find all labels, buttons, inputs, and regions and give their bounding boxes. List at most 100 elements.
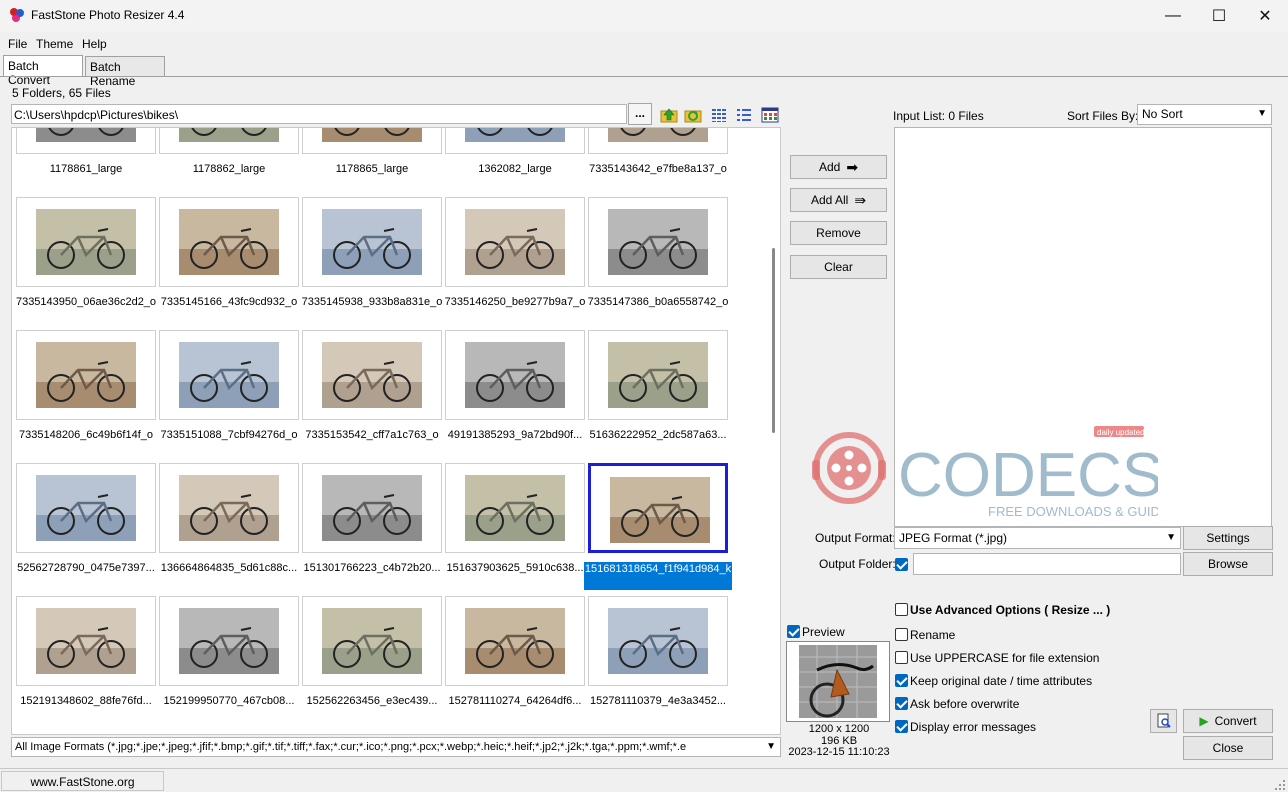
bike-photo [179, 209, 279, 275]
thumbnail-label: 7335148206_6c49b6f14f_o [19, 429, 153, 441]
bike-photo [465, 128, 565, 142]
output-folder-input[interactable] [913, 553, 1181, 575]
bike-photo [179, 128, 279, 142]
tab-batch-rename[interactable]: Batch Rename [85, 56, 165, 88]
add-button[interactable]: Add ➡ [790, 155, 887, 179]
menu-help[interactable]: Help [82, 37, 107, 51]
thumbnail-label: 7335151088_7cbf94276d_o [160, 429, 298, 441]
bike-photo [610, 477, 710, 543]
thumbnail-label: 152781110274_64264df6... [448, 695, 582, 707]
remove-button[interactable]: Remove [790, 221, 887, 245]
preview-label[interactable]: Preview [802, 625, 845, 639]
thumbnail-scrollbar-thumb[interactable] [772, 248, 775, 433]
thumbnail-label: 52562728790_0475e7397... [17, 562, 155, 574]
bike-photo [322, 608, 422, 674]
add-all-button[interactable]: Add All ⇛ [790, 188, 887, 212]
thumbnail-label: 151637903625_5910c638... [446, 562, 584, 574]
preview-thumbnail [786, 641, 890, 722]
thumbnail-label: 152191348602_88fe76fd... [20, 695, 152, 707]
bike-photo [608, 608, 708, 674]
clear-button-label: Clear [824, 260, 853, 274]
output-format-label: Output Format: [815, 531, 896, 545]
thumbnail-label: 136664864835_5d61c88c... [160, 562, 298, 574]
bike-photo [608, 342, 708, 408]
rename-checkbox[interactable] [895, 628, 908, 641]
keep-date-label[interactable]: Keep original date / time attributes [910, 674, 1092, 688]
thumbnail-frame [302, 463, 442, 553]
thumbnail-browser[interactable]: 1178861_large 1178862_large 1178865_large 1… [11, 127, 781, 735]
folder-path-input[interactable]: C:\Users\hpdcp\Pictures\bikes\ [11, 104, 627, 124]
thumbnail-frame [445, 128, 585, 154]
thumbnail-label: 152199950770_467cb08... [163, 695, 295, 707]
thumbnail-label: 49191385293_9a72bd90f... [447, 429, 583, 441]
menu-file[interactable]: File [8, 37, 27, 51]
keep-date-checkbox[interactable] [895, 674, 908, 687]
browse-output-button-label: Browse [1207, 557, 1248, 571]
bike-photo [465, 209, 565, 275]
output-format-select[interactable]: JPEG Format (*.jpg) ▼ [894, 527, 1181, 549]
preview-checkbox[interactable] [787, 625, 800, 638]
chevron-down-icon: ▼ [1257, 108, 1267, 119]
sort-select-value: No Sort [1142, 107, 1183, 121]
uppercase-checkbox[interactable] [895, 651, 908, 664]
chevron-down-icon: ▼ [1166, 532, 1176, 543]
close-icon: ✕ [1258, 8, 1272, 25]
display-errors-label[interactable]: Display error messages [910, 720, 1036, 734]
bike-photo [322, 128, 422, 142]
advanced-options-checkbox[interactable] [895, 603, 908, 616]
settings-button[interactable]: Settings [1183, 526, 1273, 550]
arrow-right-icon: ➡ [846, 158, 859, 175]
magnifier-page-icon [1157, 713, 1171, 728]
remove-button-label: Remove [816, 226, 861, 240]
minimize-icon: — [1165, 7, 1181, 24]
thumbnail-frame [159, 197, 299, 287]
uppercase-label[interactable]: Use UPPERCASE for file extension [910, 651, 1099, 665]
file-type-filter[interactable]: All Image Formats (*.jpg;*.jpe;*.jpeg;*.… [11, 737, 781, 757]
svg-text:daily updated!: daily updated! [1097, 428, 1147, 437]
thumbnail-label: 152562263456_e3ec439... [306, 695, 438, 707]
thumbnail-frame [588, 128, 728, 154]
thumbnail-frame [159, 596, 299, 686]
thumbnail-frame [302, 128, 442, 154]
output-folder-checkbox[interactable] [895, 558, 908, 571]
list-view-icon[interactable] [735, 106, 753, 124]
tab-batch-convert[interactable]: Batch Convert [3, 55, 83, 87]
bike-photo [36, 128, 136, 142]
browse-folder-button[interactable]: ... [628, 103, 652, 125]
website-link[interactable]: www.FastStone.org [1, 771, 164, 791]
bike-photo [322, 209, 422, 275]
add-all-button-label: Add All [810, 193, 849, 207]
advanced-options-label[interactable]: Use Advanced Options ( Resize ... ) [910, 603, 1110, 617]
thumbnail-label: 1178862_large [192, 163, 266, 175]
maximize-button[interactable]: ☐ [1196, 0, 1242, 32]
sort-select[interactable]: No Sort ▼ [1137, 104, 1272, 125]
resize-grip-icon[interactable] [1274, 779, 1286, 791]
thumbnail-label: 7335143950_06ae36c2d2_o [15, 296, 157, 308]
close-button[interactable]: Close [1183, 736, 1273, 760]
minimize-button[interactable]: — [1150, 0, 1196, 32]
thumbnail-frame [445, 463, 585, 553]
thumbnail-view-icon[interactable] [761, 106, 779, 124]
bike-photo [36, 209, 136, 275]
ask-overwrite-label[interactable]: Ask before overwrite [910, 697, 1019, 711]
close-window-button[interactable]: ✕ [1242, 0, 1288, 32]
ask-overwrite-checkbox[interactable] [895, 697, 908, 710]
thumbnail-frame [302, 330, 442, 420]
thumbnail-frame [445, 596, 585, 686]
refresh-folder-icon[interactable] [684, 106, 702, 124]
sort-label: Sort Files By: [1067, 109, 1139, 123]
app-logo-icon [10, 8, 24, 22]
display-errors-checkbox[interactable] [895, 720, 908, 733]
browse-output-button[interactable]: Browse [1183, 552, 1273, 576]
menu-bar: File Theme Help [0, 32, 1288, 54]
menu-theme[interactable]: Theme [36, 37, 73, 51]
convert-button[interactable]: ▶ Convert [1183, 709, 1273, 733]
clear-button[interactable]: Clear [790, 255, 887, 279]
details-view-icon[interactable] [710, 106, 728, 124]
up-folder-icon[interactable] [660, 106, 678, 124]
preview-zoom-button[interactable] [1150, 709, 1177, 733]
thumbnail-frame [16, 330, 156, 420]
svg-text:FREE DOWNLOADS & GUIDES: FREE DOWNLOADS & GUIDES [988, 504, 1158, 519]
rename-label[interactable]: Rename [910, 628, 955, 642]
thumbnail-frame [16, 596, 156, 686]
